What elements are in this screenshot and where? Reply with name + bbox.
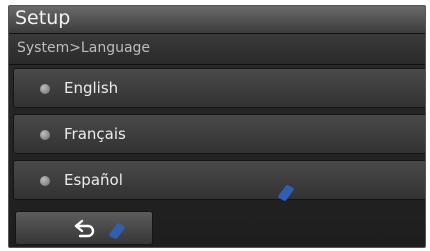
language-option-espanol[interactable]: Español	[13, 160, 425, 200]
language-option-english[interactable]: English	[13, 68, 425, 108]
radio-button-icon	[40, 84, 50, 94]
back-button[interactable]	[15, 211, 153, 245]
language-option-label: Español	[64, 171, 123, 189]
radio-button-icon	[40, 176, 50, 186]
language-option-label: English	[64, 79, 119, 97]
breadcrumb: System>Language	[9, 34, 425, 65]
language-option-label: Français	[64, 125, 126, 143]
setup-screen: Setup System>Language English Français E…	[8, 5, 426, 248]
radio-button-icon	[40, 130, 50, 140]
cursor-artifact-icon	[108, 222, 126, 240]
page-title: Setup	[15, 7, 71, 29]
title-bar: Setup	[9, 6, 425, 34]
language-option-francais[interactable]: Français	[13, 114, 425, 154]
back-arrow-icon	[74, 219, 95, 238]
breadcrumb-text: System>Language	[17, 40, 151, 56]
